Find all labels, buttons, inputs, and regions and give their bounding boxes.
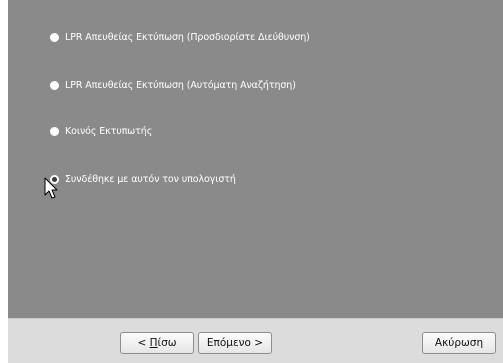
option-label: Συνδέθηκε με αυτόν τον υπολογιστή — [65, 174, 236, 185]
radio-button[interactable] — [50, 81, 59, 90]
radio-button[interactable] — [50, 127, 59, 136]
option-label: LPR Απευθείας Εκτύπωση (Προσδιορίστε Διε… — [65, 32, 310, 43]
cancel-button[interactable]: Ακύρωση — [422, 332, 496, 354]
option-label: Κοινός Εκτυπωτής — [65, 126, 153, 137]
wizard-footer: < Πίσω Επόμενο > Ακύρωση — [8, 318, 503, 363]
arrow-pointer-icon — [44, 177, 58, 199]
footer-divider — [8, 318, 503, 319]
back-rest: ίσω — [157, 337, 177, 349]
option-label: LPR Απευθείας Εκτύπωση (Αυτόματη Αναζήτη… — [65, 80, 296, 91]
back-access-key: Π — [149, 337, 158, 349]
back-button[interactable]: < Πίσω — [120, 332, 194, 354]
cancel-label: Ακύρωση — [434, 337, 484, 349]
option-connected-to-this-computer[interactable]: Συνδέθηκε με αυτόν τον υπολογιστή — [50, 174, 236, 185]
option-lpr-auto-search[interactable]: LPR Απευθείας Εκτύπωση (Αυτόματη Αναζήτη… — [50, 80, 296, 91]
radio-button[interactable] — [50, 33, 59, 42]
next-button[interactable]: Επόμενο > — [198, 332, 272, 354]
connection-options-panel: LPR Απευθείας Εκτύπωση (Προσδιορίστε Διε… — [8, 0, 503, 318]
back-prefix: < — [137, 337, 150, 349]
next-label: Επόμενο > — [206, 337, 264, 349]
option-shared-printer[interactable]: Κοινός Εκτυπωτής — [50, 126, 152, 137]
option-lpr-specify-address[interactable]: LPR Απευθείας Εκτύπωση (Προσδιορίστε Διε… — [50, 32, 310, 43]
